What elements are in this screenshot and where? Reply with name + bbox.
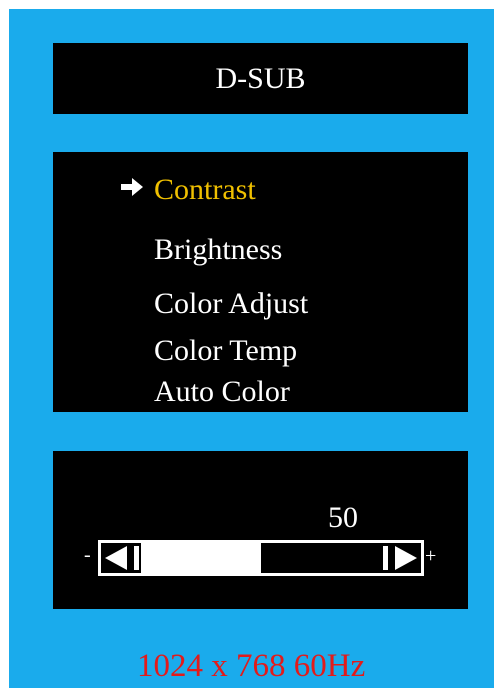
menu-item-contrast[interactable]: Contrast [154,175,256,205]
slider-fill [141,543,261,573]
triangle-right-icon[interactable] [381,543,421,573]
input-source-title: D-SUB [215,61,306,95]
contrast-slider[interactable] [98,540,424,576]
menu-item-color-adjust[interactable]: Color Adjust [154,289,308,319]
menu-item-brightness[interactable]: Brightness [154,235,282,265]
osd-menu: D-SUB Contrast Brightness Color Adjust C… [9,9,494,688]
adjust-panel: 50 - + [53,451,468,609]
menu-panel: Contrast Brightness Color Adjust Color T… [53,152,468,412]
menu-item-color-temp[interactable]: Color Temp [154,336,297,366]
right-arrow-icon [121,178,143,196]
title-panel: D-SUB [53,43,468,114]
resolution-status: 1024 x 768 60Hz [137,648,366,684]
slider-track [141,543,381,573]
plus-label: + [425,545,437,567]
value-readout: 50 [328,501,358,534]
triangle-left-icon[interactable] [101,543,141,573]
menu-item-auto-color[interactable]: Auto Color [154,377,290,407]
minus-label: - [84,544,91,566]
